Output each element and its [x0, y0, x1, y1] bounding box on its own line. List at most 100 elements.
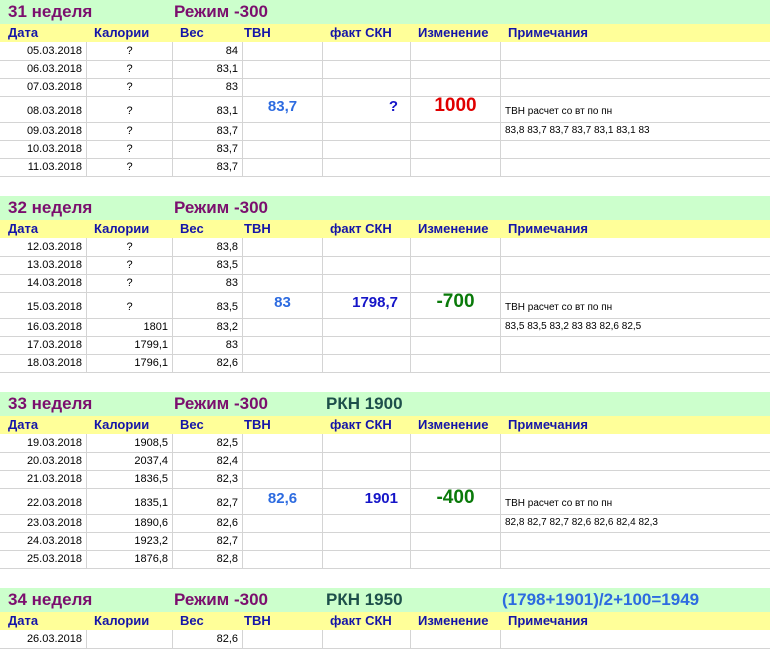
table-row[interactable]: 14.03.2018? 83 — [0, 274, 770, 293]
table-row[interactable]: 07.03.2018? 83 — [0, 78, 770, 97]
tvn-cell[interactable] — [242, 470, 322, 488]
calories-cell[interactable]: 1799,1 — [86, 336, 172, 354]
skn-cell[interactable] — [322, 274, 410, 292]
date-cell[interactable]: 14.03.2018 — [0, 274, 86, 292]
notes-cell[interactable] — [500, 60, 770, 78]
notes-cell[interactable] — [500, 140, 770, 158]
change-cell[interactable] — [410, 158, 500, 176]
calories-cell[interactable]: 2037,4 — [86, 452, 172, 470]
tvn-cell[interactable] — [242, 514, 322, 532]
change-cell[interactable] — [410, 630, 500, 648]
notes-cell[interactable] — [500, 452, 770, 470]
skn-cell[interactable] — [322, 158, 410, 176]
skn-cell[interactable]: 1798,7 — [322, 292, 410, 318]
date-cell[interactable]: 11.03.2018 — [0, 158, 86, 176]
weight-cell[interactable]: 83,5 — [172, 292, 242, 318]
table-row[interactable]: 17.03.2018 1799,1 83 — [0, 336, 770, 355]
weight-cell[interactable]: 84 — [172, 42, 242, 60]
skn-cell[interactable] — [322, 238, 410, 256]
change-cell[interactable] — [410, 140, 500, 158]
date-cell[interactable]: 21.03.2018 — [0, 470, 86, 488]
notes-cell[interactable] — [500, 78, 770, 96]
date-cell[interactable]: 05.03.2018 — [0, 42, 86, 60]
notes-cell[interactable] — [500, 238, 770, 256]
date-cell[interactable]: 08.03.2018 — [0, 96, 86, 122]
weight-cell[interactable]: 82,7 — [172, 488, 242, 514]
date-cell[interactable]: 24.03.2018 — [0, 532, 86, 550]
date-cell[interactable]: 22.03.2018 — [0, 488, 86, 514]
date-cell[interactable]: 06.03.2018 — [0, 60, 86, 78]
calories-cell[interactable]: ? — [86, 256, 172, 274]
tvn-cell[interactable] — [242, 532, 322, 550]
date-cell[interactable]: 18.03.2018 — [0, 354, 86, 372]
table-row[interactable]: 18.03.2018 1796,1 82,6 — [0, 354, 770, 373]
change-cell[interactable] — [410, 122, 500, 140]
calories-cell[interactable]: 1835,1 — [86, 488, 172, 514]
table-row[interactable]: 10.03.2018? 83,7 — [0, 140, 770, 159]
skn-cell[interactable] — [322, 60, 410, 78]
date-cell[interactable]: 10.03.2018 — [0, 140, 86, 158]
weight-cell[interactable]: 83 — [172, 274, 242, 292]
notes-cell[interactable] — [500, 434, 770, 452]
weight-cell[interactable]: 83 — [172, 78, 242, 96]
table-row[interactable]: 19.03.2018 1908,5 82,5 — [0, 434, 770, 453]
table-row[interactable]: 20.03.2018 2037,4 82,4 — [0, 452, 770, 471]
date-cell[interactable]: 16.03.2018 — [0, 318, 86, 336]
skn-cell[interactable] — [322, 256, 410, 274]
table-row[interactable]: 09.03.2018? 83,7 83,8 83,7 83,7 83,7 83,1 … — [0, 122, 770, 141]
calories-cell[interactable]: ? — [86, 42, 172, 60]
skn-cell[interactable] — [322, 336, 410, 354]
skn-cell[interactable] — [322, 354, 410, 372]
notes-cell[interactable]: 82,8 82,7 82,7 82,6 82,6 82,4 82,3 — [500, 514, 770, 532]
calories-cell[interactable]: ? — [86, 274, 172, 292]
tvn-cell[interactable] — [242, 550, 322, 568]
weight-cell[interactable]: 82,7 — [172, 532, 242, 550]
change-cell[interactable] — [410, 532, 500, 550]
tvn-cell[interactable] — [242, 78, 322, 96]
date-cell[interactable]: 19.03.2018 — [0, 434, 86, 452]
calories-cell[interactable]: ? — [86, 292, 172, 318]
date-cell[interactable]: 17.03.2018 — [0, 336, 86, 354]
tvn-cell[interactable] — [242, 42, 322, 60]
tvn-cell[interactable] — [242, 238, 322, 256]
change-cell[interactable] — [410, 434, 500, 452]
weight-cell[interactable]: 83,7 — [172, 140, 242, 158]
table-row[interactable]: 06.03.2018? 83,1 — [0, 60, 770, 79]
date-cell[interactable]: 12.03.2018 — [0, 238, 86, 256]
skn-cell[interactable] — [322, 434, 410, 452]
weight-cell[interactable]: 83,8 — [172, 238, 242, 256]
notes-cell[interactable]: ТВН расчет со вт по пн — [500, 96, 770, 122]
skn-cell[interactable] — [322, 122, 410, 140]
weight-cell[interactable]: 82,6 — [172, 354, 242, 372]
calories-cell[interactable]: ? — [86, 60, 172, 78]
calories-cell[interactable]: 1876,8 — [86, 550, 172, 568]
table-row[interactable]: 08.03.2018? 83,1 83,7? 1000 ТВН расчет со вт… — [0, 96, 770, 123]
tvn-cell[interactable] — [242, 452, 322, 470]
skn-cell[interactable] — [322, 630, 410, 648]
table-row[interactable]: 22.03.2018 1835,1 82,7 82,6 1901 -400 ТВН расч… — [0, 488, 770, 515]
tvn-cell[interactable]: 82,6 — [242, 488, 322, 514]
date-cell[interactable]: 23.03.2018 — [0, 514, 86, 532]
calories-cell[interactable]: 1908,5 — [86, 434, 172, 452]
tvn-cell[interactable]: 83 — [242, 292, 322, 318]
notes-cell[interactable] — [500, 42, 770, 60]
date-cell[interactable]: 15.03.2018 — [0, 292, 86, 318]
change-cell[interactable]: 1000 — [410, 96, 500, 122]
date-cell[interactable]: 07.03.2018 — [0, 78, 86, 96]
calories-cell[interactable]: ? — [86, 78, 172, 96]
skn-cell[interactable] — [322, 514, 410, 532]
weight-cell[interactable]: 82,4 — [172, 452, 242, 470]
calories-cell[interactable]: ? — [86, 140, 172, 158]
change-cell[interactable] — [410, 42, 500, 60]
notes-cell[interactable] — [500, 354, 770, 372]
skn-cell[interactable] — [322, 470, 410, 488]
table-row[interactable]: 13.03.2018? 83,5 — [0, 256, 770, 275]
tvn-cell[interactable] — [242, 158, 322, 176]
notes-cell[interactable]: ТВН расчет со вт по пн — [500, 292, 770, 318]
weight-cell[interactable]: 82,6 — [172, 630, 242, 648]
tvn-cell[interactable] — [242, 122, 322, 140]
tvn-cell[interactable]: 83,7 — [242, 96, 322, 122]
tvn-cell[interactable] — [242, 630, 322, 648]
notes-cell[interactable] — [500, 532, 770, 550]
weight-cell[interactable]: 82,6 — [172, 514, 242, 532]
